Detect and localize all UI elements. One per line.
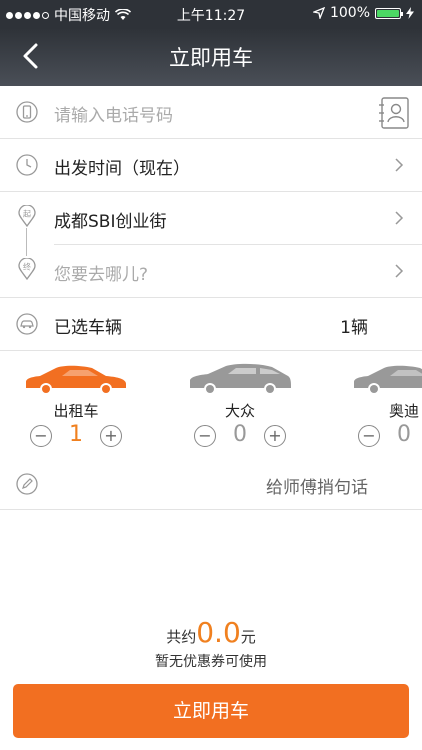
car-options: 出租车 − 1 + 大众 − 0 + 奥迪 − 0 bbox=[0, 352, 422, 460]
decrease-button[interactable]: − bbox=[194, 425, 216, 447]
destination-row[interactable]: 终 您要去哪儿? bbox=[0, 245, 422, 298]
fare-prefix: 共约 bbox=[166, 628, 197, 646]
book-now-button[interactable]: 立即用车 bbox=[13, 684, 409, 738]
charging-icon bbox=[406, 7, 414, 19]
car-name: 大众 bbox=[224, 402, 255, 420]
decrease-button[interactable]: − bbox=[358, 425, 380, 447]
quantity-stepper: − 0 + bbox=[358, 422, 422, 451]
chevron-right-icon bbox=[395, 158, 404, 172]
depart-time-row[interactable]: 出发时间（现在） bbox=[0, 139, 422, 192]
status-bar: 中国移动 上午11:27 100% bbox=[0, 0, 422, 28]
destination-marker: 终 bbox=[23, 262, 31, 272]
pencil-icon bbox=[16, 473, 38, 495]
selected-vehicles-label: 已选车辆 bbox=[54, 318, 122, 338]
destination-pin-icon: 终 bbox=[18, 258, 36, 280]
phone-input[interactable]: 请输入电话号码 bbox=[54, 101, 173, 126]
battery-icon bbox=[375, 7, 403, 19]
selected-vehicles-count: 1辆 bbox=[340, 318, 368, 338]
sedan-icon bbox=[354, 365, 422, 395]
origin-label: 成都SBI创业街 bbox=[54, 212, 167, 232]
fare-amount: 0.0 bbox=[196, 616, 241, 649]
location-arrow-icon bbox=[312, 7, 325, 19]
car-name: 奥迪 bbox=[388, 402, 419, 420]
decrease-button[interactable]: − bbox=[30, 425, 52, 447]
fare-unit: 元 bbox=[240, 628, 256, 646]
car-name: 出租车 bbox=[53, 402, 99, 420]
contacts-icon[interactable] bbox=[378, 96, 410, 130]
quantity-stepper: − 1 + bbox=[30, 422, 122, 451]
car-icon bbox=[16, 313, 38, 335]
depart-time-label: 出发时间（现在） bbox=[54, 159, 190, 179]
phone-icon bbox=[16, 101, 38, 123]
origin-marker: 起 bbox=[23, 210, 31, 219]
chevron-right-icon bbox=[395, 264, 404, 278]
car-option-volkswagen[interactable]: 大众 − 0 + bbox=[178, 352, 308, 460]
clock-icon bbox=[16, 154, 38, 176]
destination-input[interactable]: 您要去哪儿? bbox=[54, 260, 148, 285]
car-count: 0 bbox=[397, 422, 411, 447]
selected-vehicles-row: 已选车辆 1辆 bbox=[0, 298, 422, 351]
phone-row[interactable]: 请输入电话号码 bbox=[0, 86, 422, 139]
car-option-taxi[interactable]: 出租车 − 1 + bbox=[14, 352, 144, 460]
page-title: 立即用车 bbox=[169, 46, 253, 70]
car-count: 0 bbox=[233, 422, 247, 447]
increase-button[interactable]: + bbox=[100, 425, 122, 447]
remark-input[interactable]: 给师傅捎句话 bbox=[266, 473, 368, 498]
chevron-right-icon bbox=[395, 211, 404, 225]
sedan-icon bbox=[26, 365, 126, 395]
battery-percent: 100% bbox=[329, 5, 370, 21]
origin-row[interactable]: 起 成都SBI创业街 bbox=[0, 192, 422, 245]
car-count: 1 bbox=[69, 422, 83, 447]
remark-row[interactable]: 给师傅捎句话 bbox=[0, 460, 422, 510]
origin-pin-icon: 起 bbox=[18, 205, 36, 227]
increase-button[interactable]: + bbox=[264, 425, 286, 447]
car-option-audi[interactable]: 奥迪 − 0 + bbox=[342, 352, 422, 460]
coupon-status: 暂无优惠券可使用 bbox=[155, 654, 267, 670]
quantity-stepper: − 0 + bbox=[194, 422, 286, 451]
nav-bar: 立即用车 bbox=[0, 28, 422, 86]
fare-summary: 共约0.0元 暂无优惠券可使用 bbox=[0, 616, 422, 671]
hatchback-icon bbox=[190, 363, 291, 395]
